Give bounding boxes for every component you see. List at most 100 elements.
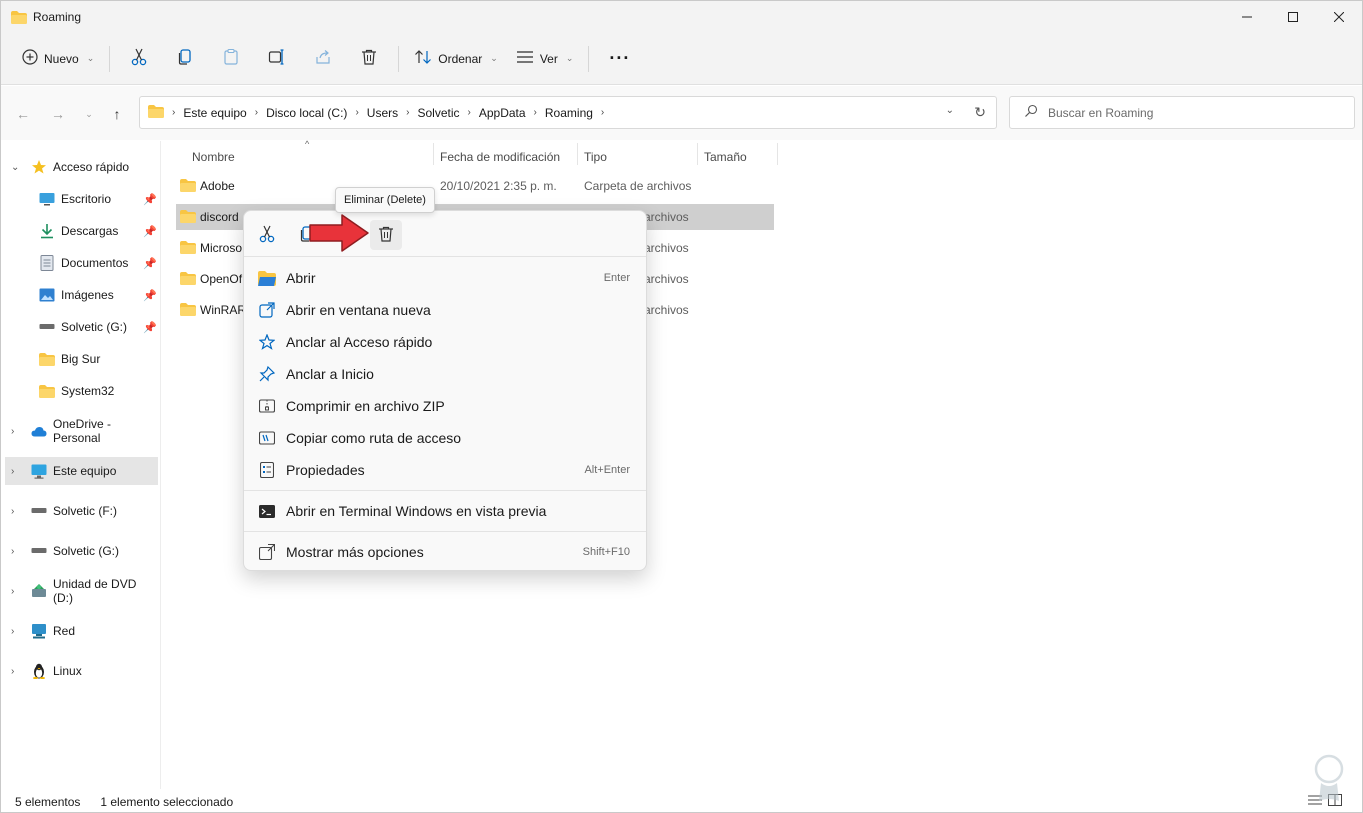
menu-item-open-terminal[interactable]: Abrir en Terminal Windows en vista previ… (248, 495, 642, 527)
sidebar-item-network[interactable]: › Red (1, 617, 159, 645)
context-cut-button[interactable] (251, 220, 283, 250)
navigation-pane: ⌄ Acceso rápido Escritorio 📌 Descargas 📌… (1, 141, 161, 789)
chevron-right-icon: › (406, 107, 410, 118)
maximize-button[interactable] (1270, 1, 1316, 33)
up-button[interactable]: ↑ (105, 102, 129, 126)
breadcrumb-item[interactable]: AppData (479, 106, 526, 120)
column-divider[interactable] (697, 143, 698, 165)
forward-button[interactable]: → (46, 102, 70, 126)
delete-button[interactable] (354, 41, 384, 77)
menu-item-copy-path[interactable]: Copiar como ruta de acceso (248, 422, 642, 454)
breadcrumb-item[interactable]: Disco local (C:) (266, 106, 347, 120)
search-input[interactable] (1048, 105, 1328, 120)
sidebar-item-quick-access[interactable]: ⌄ Acceso rápido (1, 153, 159, 181)
title-bar: Roaming (1, 1, 1362, 33)
item-count: 5 elementos (15, 795, 81, 809)
view-button[interactable]: Ver ⌄ (507, 41, 583, 77)
address-history-dropdown[interactable]: ⌄ (946, 105, 954, 116)
table-row[interactable]: Adobe 20/10/2021 2:35 p. m. Carpeta de a… (176, 173, 774, 199)
trash-icon (377, 225, 395, 246)
sidebar-item-onedrive[interactable]: › OneDrive - Personal (1, 417, 159, 445)
close-button[interactable] (1316, 1, 1362, 33)
sidebar-item-dvd[interactable]: › Unidad de DVD (D:) (1, 577, 159, 605)
clipboard-icon (222, 48, 240, 69)
pin-icon: 📌 (143, 257, 157, 270)
column-header-size[interactable]: Tamaño (704, 145, 747, 169)
breadcrumb-item[interactable]: Solvetic (417, 106, 459, 120)
sidebar-item-documents[interactable]: Documentos 📌 (1, 249, 159, 277)
file-name: Microso (200, 241, 243, 255)
file-name: WinRAR (200, 303, 247, 317)
scissors-icon (258, 225, 276, 246)
file-name: discord (200, 210, 239, 224)
cut-button[interactable] (124, 41, 154, 77)
scissors-icon (130, 48, 148, 69)
menu-item-open[interactable]: Abrir Enter (248, 262, 642, 294)
more-options-button[interactable]: ··· (595, 41, 644, 77)
new-button[interactable]: Nuevo ⌄ (13, 41, 103, 77)
chevron-right-icon: › (355, 107, 359, 118)
breadcrumb-item[interactable]: Users (367, 106, 398, 120)
address-bar[interactable]: › Este equipo › Disco local (C:) › Users… (139, 96, 997, 129)
search-box[interactable] (1009, 96, 1355, 129)
sidebar-item-desktop[interactable]: Escritorio 📌 (1, 185, 159, 213)
menu-item-label: Abrir en Terminal Windows en vista previ… (286, 503, 547, 519)
menu-item-label: Abrir (286, 270, 316, 286)
menu-item-properties[interactable]: Propiedades Alt+Enter (248, 454, 642, 486)
breadcrumb-item[interactable]: Este equipo (183, 106, 246, 120)
menu-item-pin-start[interactable]: Anclar a Inicio (248, 358, 642, 390)
recent-locations-button[interactable]: ⌄ (77, 102, 101, 126)
menu-item-open-new-window[interactable]: Abrir en ventana nueva (248, 294, 642, 326)
sidebar-item-label: Red (53, 624, 76, 638)
sidebar-item-linux[interactable]: › Linux (1, 657, 159, 685)
folder-open-icon (258, 269, 276, 287)
sort-button[interactable]: Ordenar ⌄ (405, 41, 507, 77)
menu-item-compress-zip[interactable]: Comprimir en archivo ZIP (248, 390, 642, 422)
command-bar: Nuevo ⌄ Ordenar ⌄ Ver ⌄ ··· (1, 33, 1362, 85)
sidebar-item-solvetic-g-drive[interactable]: › Solvetic (G:) (1, 537, 159, 565)
column-header-modified[interactable]: Fecha de modificación (440, 145, 560, 169)
sidebar-item-big-sur[interactable]: Big Sur (1, 345, 159, 373)
sidebar-item-downloads[interactable]: Descargas 📌 (1, 217, 159, 245)
sidebar-item-this-pc[interactable]: › Este equipo (5, 457, 158, 485)
sidebar-item-solvetic-g[interactable]: Solvetic (G:) 📌 (1, 313, 159, 341)
sidebar-item-solvetic-f[interactable]: › Solvetic (F:) (1, 497, 159, 525)
folder-icon (180, 303, 196, 319)
column-divider[interactable] (577, 143, 578, 165)
minimize-button[interactable] (1224, 1, 1270, 33)
menu-item-pin-quick-access[interactable]: Anclar al Acceso rápido (248, 326, 642, 358)
share-button[interactable] (308, 41, 338, 77)
menu-item-show-more-options[interactable]: Mostrar más opciones Shift+F10 (248, 536, 642, 568)
menu-item-shortcut: Shift+F10 (582, 546, 630, 558)
chevron-right-icon: › (11, 625, 15, 637)
menu-divider (244, 490, 646, 491)
share-icon (314, 48, 332, 69)
sidebar-item-pictures[interactable]: Imágenes 📌 (1, 281, 159, 309)
column-header-name[interactable]: Nombre (192, 145, 235, 169)
selection-count: 1 elemento seleccionado (100, 795, 234, 809)
sidebar-item-system32[interactable]: System32 (1, 377, 159, 405)
linux-icon (31, 663, 47, 679)
breadcrumb-item[interactable]: Roaming (545, 106, 593, 120)
column-header-type[interactable]: Tipo (584, 145, 607, 169)
rename-button[interactable] (262, 41, 292, 77)
breadcrumb: › Este equipo › Disco local (C:) › Users… (164, 106, 612, 120)
back-button[interactable]: ← (11, 102, 35, 126)
column-divider[interactable] (433, 143, 434, 165)
copy-button[interactable] (170, 41, 200, 77)
context-delete-button[interactable] (370, 220, 402, 250)
menu-item-label: Mostrar más opciones (286, 544, 424, 560)
pin-icon: 📌 (143, 193, 157, 206)
status-bar: 5 elementos 1 elemento seleccionado (1, 791, 1362, 813)
column-divider[interactable] (777, 143, 778, 165)
folder-icon (180, 241, 196, 257)
file-name: Adobe (200, 179, 235, 193)
pin-icon (258, 365, 276, 383)
refresh-icon[interactable]: ↻ (974, 104, 986, 121)
sidebar-item-label: Unidad de DVD (D:) (53, 577, 137, 605)
paste-button[interactable] (216, 41, 246, 77)
solvetic-logo (1301, 753, 1357, 806)
new-label: Nuevo (44, 51, 79, 66)
sort-ascending-icon: ^ (305, 139, 310, 149)
sidebar-item-label: Solvetic (G:) (61, 320, 128, 334)
